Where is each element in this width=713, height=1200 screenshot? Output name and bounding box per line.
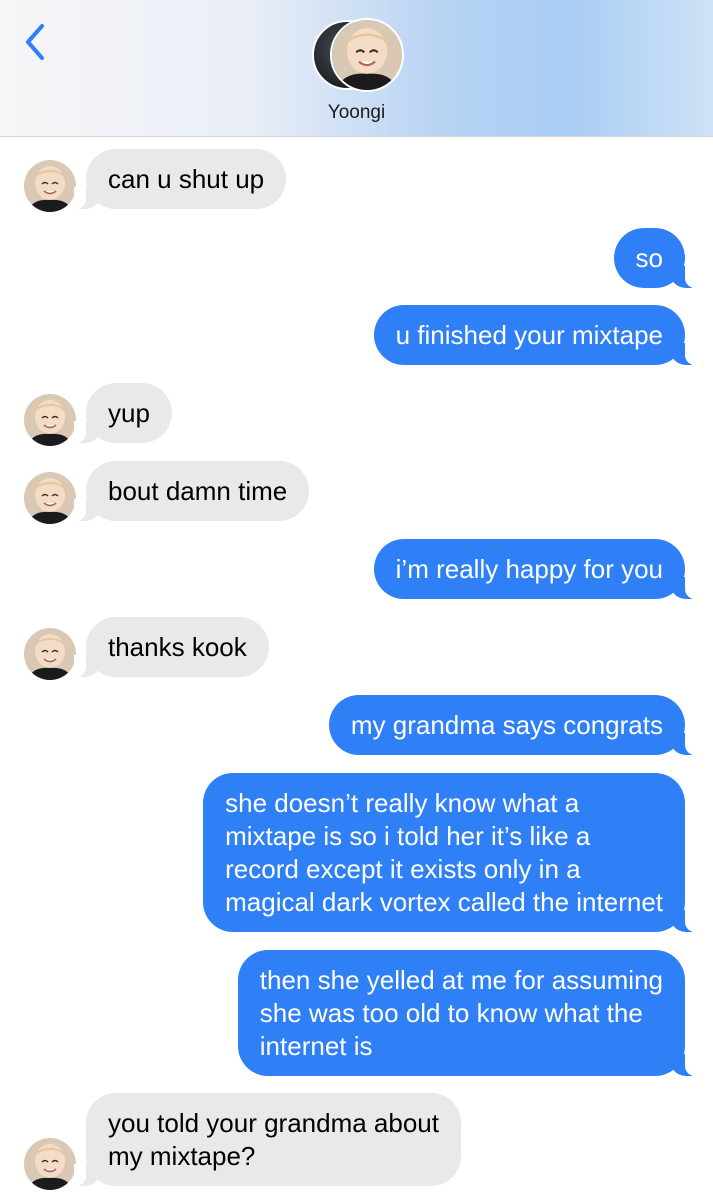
sender-avatar[interactable] — [24, 160, 76, 212]
message-text: so — [635, 243, 663, 273]
message-text: can u shut up — [108, 164, 265, 194]
message-bubble-incoming[interactable]: thanks kook — [74, 617, 269, 677]
conversation-header: Yoongi — [0, 0, 713, 137]
chevron-left-icon — [26, 24, 44, 60]
sender-avatar[interactable] — [24, 1138, 76, 1190]
sender-avatar[interactable] — [24, 394, 76, 446]
back-button[interactable] — [18, 22, 54, 62]
message-bubble-outgoing[interactable]: i’m really happy for you — [373, 539, 698, 599]
message-bubble-outgoing[interactable]: u finished your mixtape — [373, 305, 698, 365]
message-text: bout damn time — [108, 476, 288, 506]
message-bubble-incoming[interactable]: you told your grandma about my mixtape? — [74, 1093, 461, 1186]
message-text: u finished your mixtape — [395, 320, 663, 350]
message-text: i’m really happy for you — [395, 554, 663, 584]
message-text: yup — [108, 398, 150, 428]
message-bubble-outgoing[interactable]: my grandma says congrats — [328, 695, 698, 755]
chat-screen: Yoongi can u shut up so u finished your … — [0, 0, 713, 1200]
message-text: she doesn’t really know what a mixtape i… — [225, 788, 663, 917]
message-text: my grandma says congrats — [350, 710, 663, 740]
message-bubble-incoming[interactable]: yup — [74, 383, 172, 443]
message-bubble-incoming[interactable]: can u shut up — [73, 149, 287, 209]
sender-avatar[interactable] — [24, 628, 76, 680]
message-text: you told your grandma about my mixtape? — [108, 1108, 439, 1171]
message-bubble-outgoing[interactable]: then she yelled at me for assuming she w… — [237, 950, 698, 1076]
message-bubble-incoming[interactable]: bout damn time — [73, 461, 310, 521]
message-text: thanks kook — [108, 632, 247, 662]
contact-avatar-group[interactable] — [312, 18, 404, 92]
message-bubble-outgoing[interactable]: so — [613, 228, 698, 288]
contact-name[interactable]: Yoongi — [0, 102, 713, 124]
message-text: then she yelled at me for assuming she w… — [259, 965, 663, 1061]
contact-avatar — [330, 18, 404, 92]
sender-avatar[interactable] — [24, 472, 76, 524]
message-bubble-outgoing[interactable]: she doesn’t really know what a mixtape i… — [203, 773, 697, 932]
